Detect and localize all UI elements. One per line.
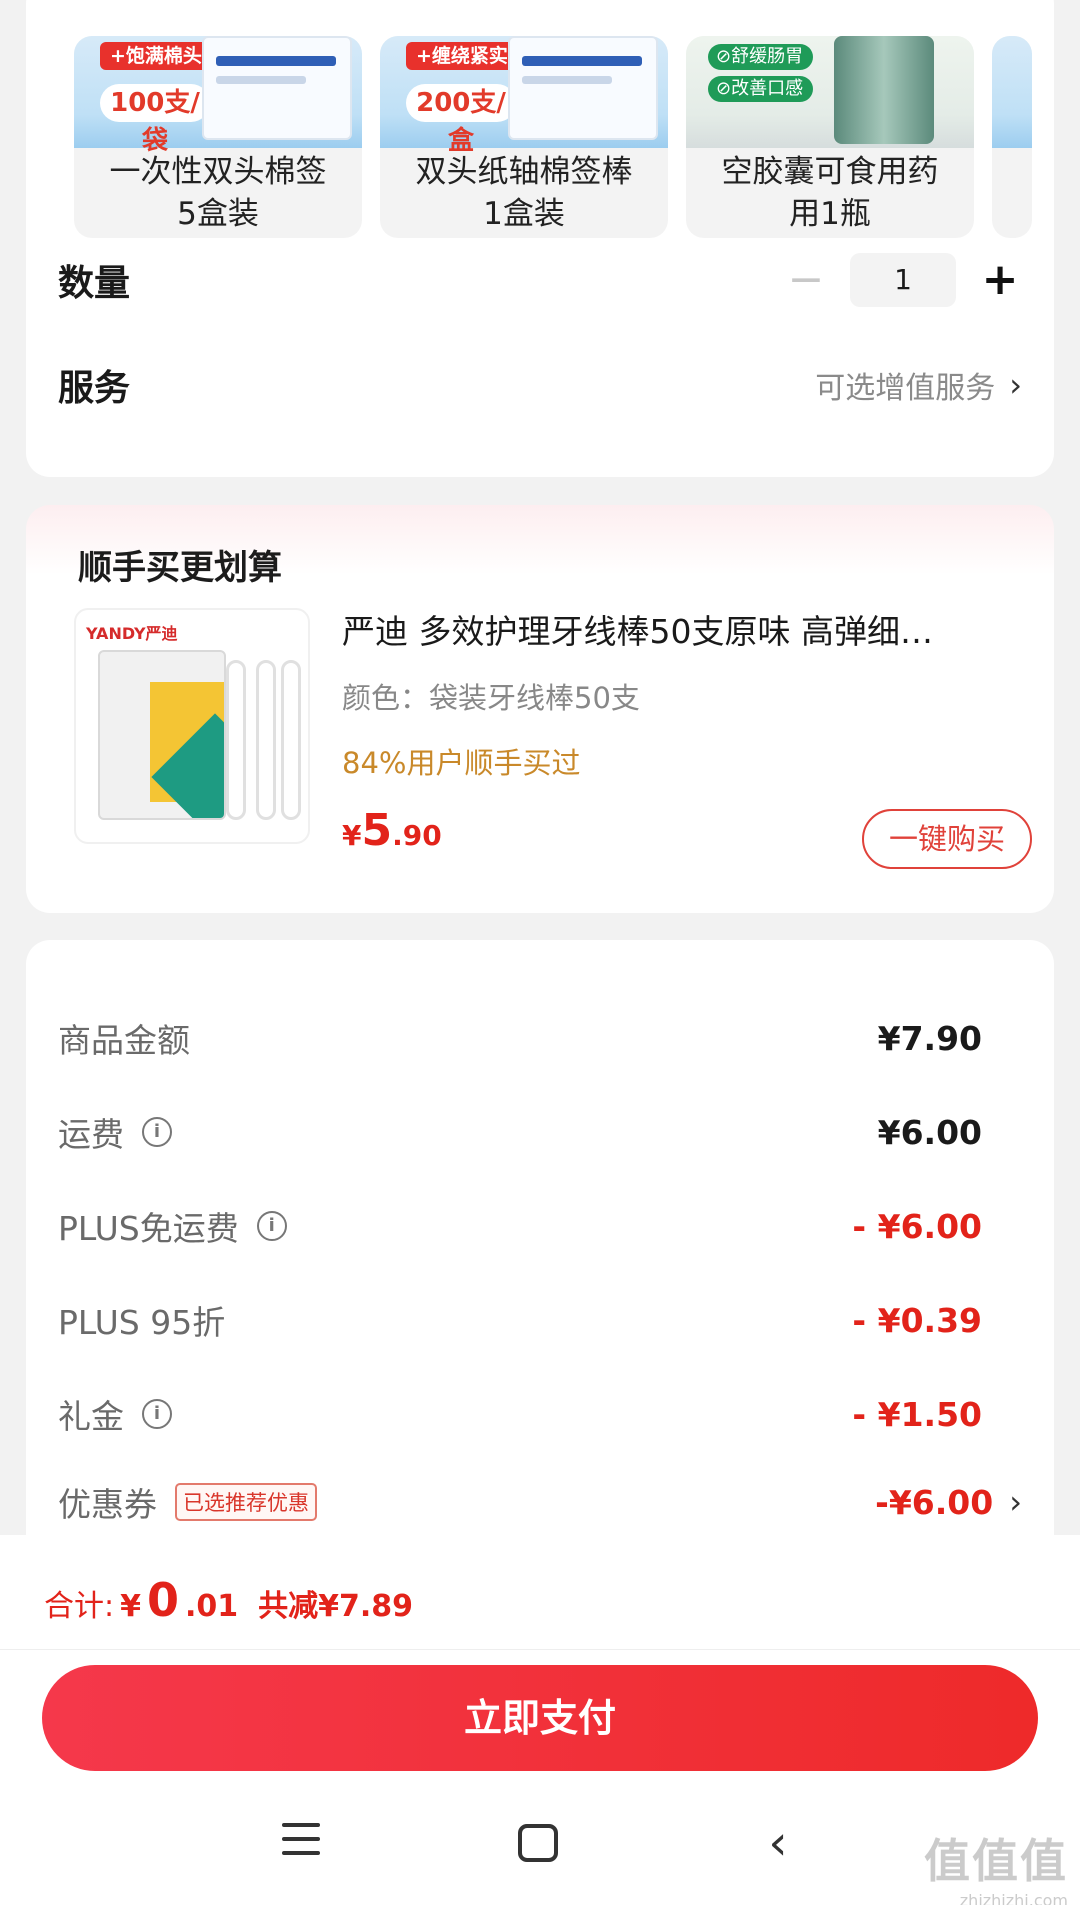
back-icon[interactable]: ‹: [748, 1813, 808, 1873]
upsell-product-spec: 颜色：袋装牙线棒50支: [342, 681, 640, 715]
checkout-bar: 合计: ¥0.01 共减¥7.89 立即支付 ‹ 值值值 zhizhizhi.c…: [0, 1535, 1080, 1905]
home-icon[interactable]: [508, 1813, 568, 1873]
info-icon[interactable]: i: [256, 1211, 287, 1241]
price-decimal: .90: [392, 819, 442, 852]
price-row-plus-discount: PLUS 95折 - ¥0.39: [58, 1290, 1022, 1350]
product-bottle-image: [834, 36, 934, 144]
upsell-product-name[interactable]: 严迪 多效护理牙线棒50支原味 高弹细…: [342, 605, 1032, 653]
total-currency: ¥: [120, 1589, 141, 1624]
system-nav-bar: ‹: [0, 1793, 1080, 1893]
total-decimal: .01: [185, 1589, 239, 1624]
coupon-label-text: 优惠券: [58, 1485, 157, 1524]
variant-count-badge: 100支/袋: [100, 84, 210, 156]
coupon-label: 优惠券 已选推荐优惠: [58, 1478, 317, 1526]
order-total: 合计: ¥0.01 共减¥7.89: [44, 1573, 413, 1627]
variant-option[interactable]: +饱满棉头 100支/袋 一次性双头棉签 5盒装: [74, 36, 362, 238]
recent-apps-icon[interactable]: [271, 1813, 331, 1873]
floss-stick-image: [281, 660, 301, 820]
quantity-input[interactable]: 1: [850, 253, 956, 307]
price-integer: 5: [361, 805, 393, 856]
service-label: 服务: [58, 368, 131, 409]
coupon-value[interactable]: -¥6.00 ›: [875, 1483, 1022, 1522]
variant-image: ⊘舒缓肠胃 ⊘改善口感: [686, 36, 974, 148]
price-currency: ¥: [342, 819, 362, 852]
chevron-right-icon: ›: [1009, 366, 1022, 404]
price-row-goods: 商品金额 ¥7.90: [58, 1008, 1022, 1068]
price-row-label-text: PLUS 95折: [58, 1303, 226, 1342]
upsell-product-image[interactable]: YANDY严迪: [74, 608, 310, 844]
variant-tag: +饱满棉头: [100, 42, 212, 70]
price-row-value: - ¥0.39: [852, 1300, 982, 1340]
price-row-gift-credit: 礼金 i - ¥1.50: [58, 1384, 1022, 1444]
price-row-value: ¥6.00: [877, 1112, 982, 1152]
variant-image: +饱满棉头 100支/袋: [74, 36, 362, 156]
price-row-label: 运费 i: [58, 1108, 172, 1156]
price-row-value: - ¥6.00: [852, 1206, 982, 1246]
increase-button[interactable]: +: [978, 258, 1022, 302]
price-row-label: 商品金额: [58, 1014, 190, 1062]
spec-card: +饱满棉头 100支/袋 一次性双头棉签 5盒装 +缠绕紧实 200支/盒 双头…: [26, 0, 1054, 477]
coupon-row[interactable]: 优惠券 已选推荐优惠 -¥6.00 ›: [58, 1472, 1022, 1532]
divider: [0, 1649, 1080, 1650]
price-row-shipping: 运费 i ¥6.00: [58, 1102, 1022, 1162]
service-hint[interactable]: 可选增值服务 ›: [815, 363, 1022, 407]
site-watermark: 值值值 zhizhizhi.com: [924, 1825, 1068, 1905]
brand-logo: YANDY严迪: [86, 624, 178, 643]
variant-count-badge: 200支/盒: [406, 84, 516, 156]
upsell-bought-stat: 84%用户顺手买过: [342, 746, 581, 780]
variant-option[interactable]: ⊘舒缓肠胃 ⊘改善口感 空胶囊可食用药 用1瓶: [686, 36, 974, 238]
product-package-image: [508, 36, 658, 140]
pay-now-button[interactable]: 立即支付: [42, 1665, 1038, 1771]
variant-list[interactable]: +饱满棉头 100支/袋 一次性双头棉签 5盒装 +缠绕紧实 200支/盒 双头…: [74, 36, 1034, 238]
variant-image: [992, 36, 1032, 148]
price-row-label-text: 礼金: [58, 1397, 124, 1436]
floss-stick-image: [256, 660, 276, 820]
upsell-title: 顺手买更划算: [78, 548, 282, 588]
quantity-label: 数量: [58, 263, 131, 304]
price-row-label-text: PLUS免运费: [58, 1209, 239, 1248]
price-row-plus-shipping: PLUS免运费 i - ¥6.00: [58, 1196, 1022, 1256]
chevron-right-icon: ›: [1009, 1483, 1022, 1521]
variant-name: 一次性双头棉签 5盒装: [109, 154, 327, 232]
watermark-url: zhizhizhi.com: [959, 1891, 1068, 1905]
info-icon[interactable]: i: [142, 1399, 172, 1429]
price-row-label: 礼金 i: [58, 1390, 172, 1438]
upsell-card: 顺手买更划算 YANDY严迪 严迪 多效护理牙线棒50支原味 高弹细… 颜色：袋…: [26, 505, 1054, 913]
upsell-price: ¥5.90: [342, 805, 442, 856]
variant-benefit-tag: ⊘改善口感: [708, 76, 814, 102]
variant-name: 空胶囊可食用药 用1瓶: [721, 154, 939, 232]
price-row-label: PLUS免运费 i: [58, 1202, 287, 1250]
service-hint-text: 可选增值服务: [815, 371, 996, 406]
watermark-logo: 值值值: [924, 1834, 1068, 1888]
floss-package-image: [98, 650, 226, 820]
product-package-image: [202, 36, 352, 140]
floss-stick-image: [226, 660, 246, 820]
coupon-badge: 已选推荐优惠: [175, 1483, 317, 1521]
variant-option[interactable]: +缠绕紧实 200支/盒 双头纸轴棉签棒 1盒装: [380, 36, 668, 238]
price-row-label-text: 运费: [58, 1115, 124, 1154]
coupon-amount: -¥6.00: [875, 1482, 994, 1522]
total-saving: 共减¥7.89: [258, 1589, 414, 1624]
info-icon[interactable]: i: [142, 1117, 172, 1147]
one-click-buy-button[interactable]: 一键购买: [862, 809, 1032, 869]
price-row-value: - ¥1.50: [852, 1394, 982, 1434]
service-row[interactable]: 服务 可选增值服务 ›: [58, 355, 1022, 415]
variant-tag: +缠绕紧实: [406, 42, 518, 70]
variant-name: 双头纸轴棉签棒 1盒装: [415, 154, 633, 232]
quantity-row: 数量 − 1 +: [58, 250, 1022, 310]
variant-option-partial[interactable]: [992, 36, 1032, 238]
decrease-button[interactable]: −: [784, 258, 828, 302]
price-row-label: PLUS 95折: [58, 1296, 225, 1344]
price-detail-card: 商品金额 ¥7.90 运费 i ¥6.00 PLUS免运费 i - ¥6.00 PL…: [26, 940, 1054, 1540]
quantity-stepper: − 1 +: [784, 253, 1022, 307]
variant-image: +缠绕紧实 200支/盒: [380, 36, 668, 156]
variant-benefit-tag: ⊘舒缓肠胃: [708, 44, 814, 70]
total-label: 合计:: [44, 1589, 115, 1624]
price-row-label-text: 商品金额: [58, 1021, 190, 1060]
total-integer: 0: [146, 1573, 179, 1627]
price-row-value: ¥7.90: [877, 1018, 982, 1058]
